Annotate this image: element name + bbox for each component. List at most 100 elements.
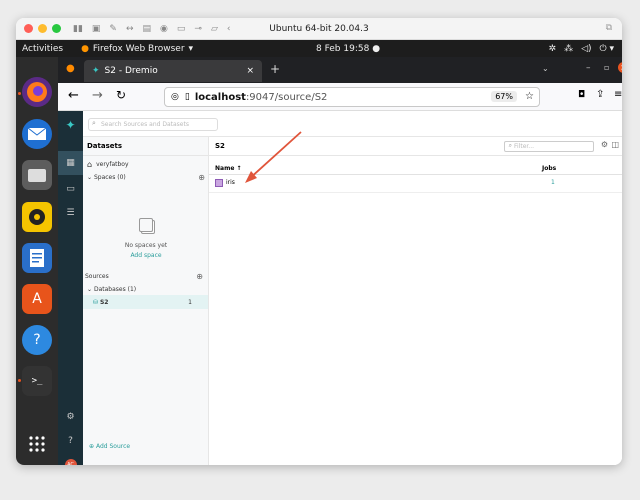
- column-name-header[interactable]: Name ↑: [215, 165, 242, 172]
- activities-button[interactable]: Activities: [22, 44, 63, 54]
- system-tray[interactable]: ✲ ⁂ ◁) ⏻ ▾: [549, 44, 614, 54]
- back-icon[interactable]: ‹: [227, 24, 231, 34]
- dremio-logo-icon[interactable]: ✦: [58, 113, 83, 137]
- dremio-nav-rail: ✦ ▦ ▭ ☰ ⚙ ? AC: [58, 111, 83, 465]
- new-tab-icon[interactable]: +: [270, 62, 280, 76]
- vm-settings-icon[interactable]: ⧉: [606, 23, 612, 33]
- home-space[interactable]: ⌂ veryfatboy: [87, 160, 129, 169]
- settings-nav-icon[interactable]: ⚙: [58, 405, 83, 429]
- running-indicator: [18, 92, 21, 95]
- sql-nav-icon[interactable]: ▭: [58, 177, 83, 201]
- tab-list-icon[interactable]: ⌄: [542, 64, 549, 73]
- extensions-icon[interactable]: ⇪: [596, 89, 604, 100]
- power-icon: ⏻ ▾: [599, 43, 615, 54]
- page-icon: ▯: [184, 92, 190, 102]
- close-window-icon[interactable]: ×: [618, 62, 622, 73]
- camera-icon[interactable]: ▭: [177, 24, 186, 34]
- tab-close-icon[interactable]: ×: [246, 66, 254, 76]
- source-content: S2 Filter... ⌕ ⚙ ◫ Name ↑ Jobs iris 1: [209, 131, 622, 465]
- hamburger-menu-icon[interactable]: ≡: [614, 89, 622, 100]
- ubuntu-dock: A ? >_: [16, 57, 58, 465]
- databases-group[interactable]: ⌄ Databases (1): [87, 286, 136, 293]
- add-source-label: Add Source: [95, 443, 131, 450]
- arrows-icon[interactable]: ↔: [126, 24, 134, 34]
- writer-icon[interactable]: [22, 243, 52, 273]
- empty-spaces-text: No spaces yet: [124, 242, 168, 249]
- firefox-small-icon: ●: [81, 43, 89, 54]
- minimize-window-icon[interactable]: –: [586, 63, 591, 73]
- source-count: 1: [188, 298, 192, 306]
- maximize-button[interactable]: [52, 24, 61, 33]
- usb-icon[interactable]: ⊸: [194, 24, 202, 34]
- clock[interactable]: 8 Feb 19:58 ●: [316, 44, 380, 54]
- restore-window-icon[interactable]: ▫: [604, 63, 609, 72]
- files-icon[interactable]: [22, 160, 52, 190]
- vm-toolbar: ▮▮ ▣ ✎ ↔ ▤ ◉ ▭ ⊸ ▱ ‹: [73, 24, 230, 34]
- home-label: veryfatboy: [96, 161, 129, 168]
- back-arrow-icon[interactable]: ←: [68, 88, 79, 103]
- spaces-section[interactable]: ⌄ Spaces (0) ⊕: [87, 173, 205, 182]
- dataset-icon: [215, 179, 223, 187]
- browser-tab[interactable]: ✦ S2 - Dremio ×: [84, 60, 262, 82]
- avatar-initials: AC: [64, 459, 77, 465]
- search-input[interactable]: Search Sources and Datasets: [88, 118, 218, 131]
- rhythmbox-icon[interactable]: [22, 202, 52, 232]
- help-icon[interactable]: ?: [22, 325, 52, 355]
- add-source-icon[interactable]: ⊕: [196, 272, 203, 281]
- app-menu[interactable]: ● Firefox Web Browser ▾: [81, 44, 193, 54]
- volume-icon: ◁): [581, 43, 592, 54]
- software-center-icon[interactable]: A: [22, 284, 52, 314]
- empty-spaces: No spaces yet Add space: [83, 217, 209, 259]
- dataset-jobs[interactable]: 1: [551, 179, 555, 186]
- url-path: :9047/source/S2: [245, 91, 328, 103]
- wrench-icon[interactable]: ✎: [109, 24, 117, 34]
- empty-spaces-icon: [139, 218, 153, 232]
- firefox-icon[interactable]: [22, 77, 52, 107]
- terminal-icon[interactable]: >_: [22, 366, 52, 396]
- jobs-nav-icon[interactable]: ☰: [58, 201, 83, 225]
- help-nav-icon[interactable]: ?: [58, 429, 83, 453]
- running-indicator-terminal: [18, 379, 21, 382]
- snapshot-icon[interactable]: ▣: [92, 24, 101, 34]
- pocket-icon[interactable]: ◘: [578, 90, 585, 100]
- chevron-down-icon: ⌄: [87, 286, 93, 293]
- dremio-app: ✦ ▦ ▭ ☰ ⚙ ? AC Search Sources and Datase…: [58, 111, 622, 465]
- annotation-arrow: [245, 131, 302, 183]
- filter-input[interactable]: Filter...: [504, 141, 594, 152]
- accessibility-icon: ✲: [548, 43, 557, 54]
- spaces-label: Spaces (0): [93, 174, 126, 181]
- minimize-button[interactable]: [38, 24, 47, 33]
- source-item-s2[interactable]: ⛁ S2 1: [83, 295, 208, 309]
- show-apps-icon[interactable]: [22, 429, 52, 459]
- add-space-link[interactable]: Add space: [83, 252, 209, 259]
- add-source-button[interactable]: ⊕ Add Source: [89, 443, 130, 450]
- sources-section: Sources ⊕: [85, 272, 203, 281]
- column-jobs-header[interactable]: Jobs: [542, 165, 556, 172]
- reload-icon[interactable]: ↻: [116, 88, 126, 102]
- firefox-view-icon[interactable]: ●: [66, 63, 75, 74]
- dataset-name[interactable]: iris: [226, 179, 235, 186]
- datasets-nav-icon[interactable]: ▦: [58, 151, 83, 175]
- settings-icon[interactable]: ⚙: [601, 140, 608, 149]
- clock-text: 8 Feb 19:58: [316, 43, 370, 54]
- zoom-level[interactable]: 67%: [491, 91, 517, 102]
- forward-arrow-icon[interactable]: →: [92, 88, 103, 103]
- bookmark-star-icon[interactable]: ☆: [525, 91, 534, 102]
- disk-icon[interactable]: ▤: [143, 24, 152, 34]
- thunderbird-icon[interactable]: [22, 119, 52, 149]
- url-bar[interactable]: ◎ ▯ localhost:9047/source/S2 67% ☆: [164, 87, 540, 107]
- chevron-down-icon: ⌄: [87, 174, 93, 181]
- pause-icon[interactable]: ▮▮: [73, 24, 83, 34]
- app-menu-label: Firefox Web Browser: [92, 43, 185, 54]
- datasets-sidebar: Datasets ⌂ veryfatboy ⌄ Spaces (0) ⊕ No s…: [83, 137, 209, 465]
- user-avatar[interactable]: AC: [58, 453, 83, 465]
- add-space-icon[interactable]: ⊕: [198, 173, 205, 182]
- dremio-tab-icon: ✦: [92, 66, 100, 76]
- url-host: localhost: [194, 91, 246, 103]
- row-divider: [209, 192, 622, 193]
- close-button[interactable]: [24, 24, 33, 33]
- folder-share-icon[interactable]: ▱: [211, 24, 218, 34]
- speaker-icon[interactable]: ◉: [160, 24, 168, 34]
- vm-titlebar: ▮▮ ▣ ✎ ↔ ▤ ◉ ▭ ⊸ ▱ ‹ Ubuntu 64-bit 20.04…: [16, 18, 622, 40]
- panel-toggle-icon[interactable]: ◫: [611, 140, 619, 149]
